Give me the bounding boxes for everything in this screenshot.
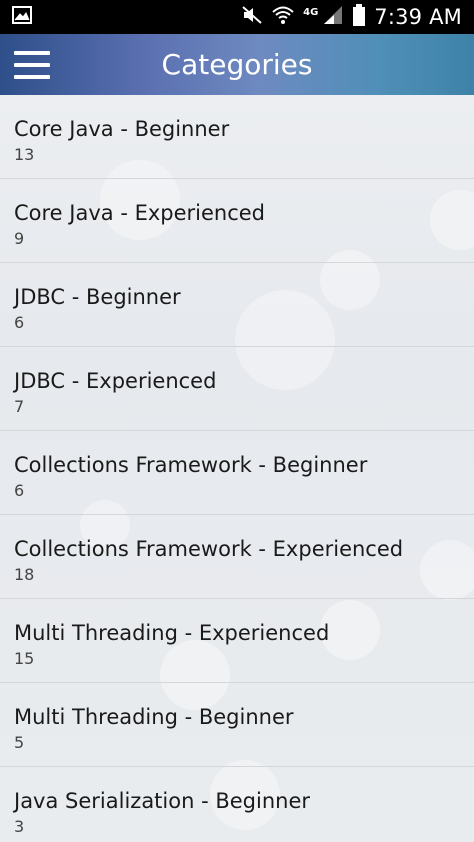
mute-icon [241, 5, 263, 29]
list-item[interactable]: JDBC - Experienced 7 [0, 347, 474, 431]
category-count: 6 [14, 313, 25, 332]
category-count: 9 [14, 229, 25, 248]
category-title: Core Java - Beginner [14, 117, 230, 141]
battery-icon [352, 4, 366, 30]
list-item[interactable]: Core Java - Beginner 13 [0, 95, 474, 179]
category-title: Core Java - Experienced [14, 201, 266, 225]
category-count: 7 [14, 397, 25, 416]
category-title: Multi Threading - Beginner [14, 705, 294, 729]
category-list: Core Java - Beginner 13 Core Java - Expe… [0, 95, 474, 842]
menu-button[interactable] [0, 34, 64, 95]
list-item[interactable]: Java Serialization - Beginner 3 [0, 767, 474, 842]
list-item[interactable]: Multi Threading - Experienced 15 [0, 599, 474, 683]
category-title: Java Serialization - Beginner [14, 789, 310, 813]
category-count: 6 [14, 481, 25, 500]
category-title: JDBC - Beginner [14, 285, 181, 309]
list-item[interactable]: Core Java - Experienced 9 [0, 179, 474, 263]
category-title: Collections Framework - Experienced [14, 537, 404, 561]
network-type-label: 4G [303, 6, 319, 18]
category-title: JDBC - Experienced [14, 369, 217, 393]
app-screen: 4G 7:39 AM Categories Core Java - Beginn… [0, 0, 474, 842]
category-count: 18 [14, 565, 35, 584]
category-count: 15 [14, 649, 35, 668]
status-time: 7:39 AM [374, 5, 462, 29]
category-count: 3 [14, 817, 25, 836]
action-bar: Categories [0, 34, 474, 95]
list-item[interactable]: JDBC - Beginner 6 [0, 263, 474, 347]
hamburger-menu-icon [14, 50, 50, 79]
list-item[interactable]: Collections Framework - Beginner 6 [0, 431, 474, 515]
list-item[interactable]: Multi Threading - Beginner 5 [0, 683, 474, 767]
category-title: Collections Framework - Beginner [14, 453, 368, 477]
category-count: 13 [14, 145, 35, 164]
status-bar: 4G 7:39 AM [0, 0, 474, 34]
page-title: Categories [161, 48, 313, 81]
signal-icon [322, 5, 344, 29]
category-title: Multi Threading - Experienced [14, 621, 330, 645]
list-item[interactable]: Collections Framework - Experienced 18 [0, 515, 474, 599]
wifi-icon [271, 5, 295, 29]
category-count: 5 [14, 733, 25, 752]
gallery-notification-icon [12, 5, 32, 29]
